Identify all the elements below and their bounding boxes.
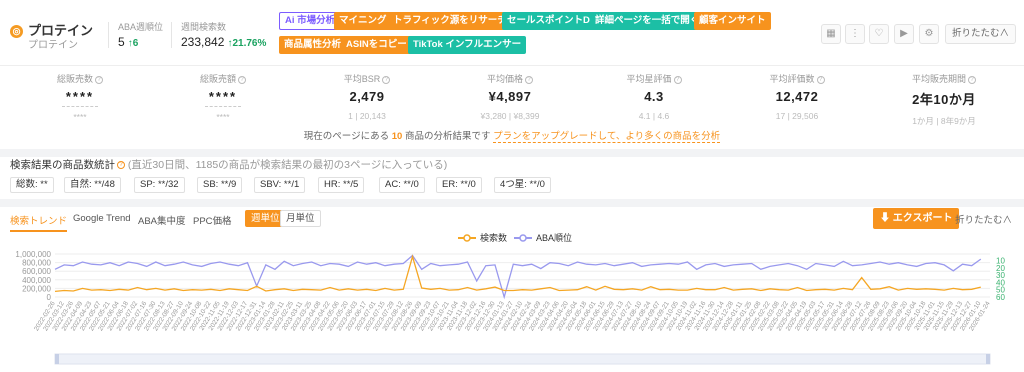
help-icon[interactable]: ? [816,75,825,84]
metric-avg-rating: 平均星評価? 4.3 4.1 | 4.6 [584,72,724,121]
metric-range: ¥3,280 | ¥8,399 [480,111,540,121]
range-slider-handle-right [986,354,990,364]
grid-icon[interactable]: ▦ [821,24,841,44]
export-button[interactable]: ⬇ エクスポート [873,208,960,229]
y-left-tick-label: 600,000 [22,267,51,276]
upgrade-notice: 現在のページにある 10 商品の分析結果です プランをアップグレードして、より多… [303,131,721,143]
chip-organic: 自然: **/48 [64,177,121,193]
help-icon[interactable]: ? [95,75,103,84]
metric-avg-bsr: 平均BSR? 2,479 1 | 20,143 [297,72,437,121]
metric-range: 4.1 | 4.6 [638,111,670,121]
metric-value: **** [65,89,95,104]
metric-total-revenue: 総販売額? **** **** [153,72,293,122]
product-count: 10 [391,131,403,142]
metric-range: 1 | 20,143 [348,111,386,121]
metric-range: **** [216,112,230,122]
series-line-rank [54,254,982,300]
metric-range: **** [73,112,87,122]
metric-value: ¥4,897 [488,89,532,104]
legend-marker-search [463,234,471,242]
chip-sbv: SBV: **/1 [254,177,306,193]
collapse-header-button[interactable]: 折りたたむ∧ [945,24,1017,44]
keyword-badge-icon: ◎ [10,25,23,38]
copy-asin-button[interactable]: ASINをコピー [341,36,412,54]
y-left-tick-label: 800,000 [22,259,51,268]
metric-value: 12,472 [775,89,819,104]
market-analysis-button[interactable]: Ai 市場分析 [279,12,342,30]
chip-hr: HR: **/5 [318,177,365,193]
tiktok-influencer-button[interactable]: TikTok インフルエンサー [408,36,527,54]
chip-sb: SB: **/9 [197,177,243,193]
tab-search-trend[interactable]: 検索トレンド [10,213,68,232]
metric-value: 2年10か月 [912,92,976,107]
tab-google-trend[interactable]: Google Trend [73,213,131,224]
more-icon[interactable]: ⋮ [845,24,865,44]
video-icon[interactable]: ▶ [894,24,914,44]
aba-rank: 5 ↑6 [118,35,138,49]
metric-avg-price: 平均価格? ¥4,897 ¥3,280 | ¥8,399 [440,72,580,121]
chip-4star: 4つ星: **/0 [494,177,551,193]
chip-total: 総数: ** [10,177,54,193]
help-icon[interactable]: ? [968,75,976,84]
period-monthly[interactable]: 月単位 [280,210,321,227]
help-icon[interactable]: ? [117,161,125,170]
upgrade-link[interactable]: プランをアップグレードして、より多くの商品を分析 [493,131,721,143]
settings-icon[interactable]: ⚙ [919,24,939,44]
y-left-tick-label: 1,000,000 [15,250,51,259]
chip-ac: AC: **/0 [379,177,425,193]
metric-avg-review-count: 平均評価数? 12,472 17 | 29,506 [727,72,867,121]
metric-value: **** [208,89,238,104]
help-icon[interactable]: ? [382,75,391,84]
selling-points-download-button[interactable]: セールスポイントDL [502,12,601,30]
metric-total-sales: 総販売数? **** **** [10,72,150,122]
divider [108,22,109,48]
open-details-bulk-button[interactable]: 詳細ページを一括で開く [590,12,705,30]
legend-marker-rank [519,234,527,242]
count-section-title: 検索結果の商品数統計? (直近30日間、1185の商品が検索結果の最初の3ページ… [10,159,448,171]
download-icon: ⬇ [880,213,890,224]
chip-sp: SP: **/32 [134,177,185,193]
section-separator [0,199,1024,207]
tab-ppc-price[interactable]: PPC価格 [193,213,232,227]
divider [171,22,172,48]
range-slider-track [54,353,991,365]
collapse-chart-button[interactable]: 折りたたむ∧ [955,212,1012,226]
mining-button[interactable]: マイニング [334,12,392,30]
ai-icon: Ai [285,15,295,26]
metric-value: 2,479 [349,89,385,104]
y-right-tick-label: 60 [996,293,1005,302]
metric-value: 4.3 [644,89,664,104]
help-icon[interactable]: ? [525,75,533,84]
weekly-search-delta: ↑21.76% [227,38,267,49]
help-icon[interactable]: ? [238,75,246,84]
traffic-research-button[interactable]: トラフィック源をリサーチ [388,12,512,30]
weekly-search-label: 週間検索数 [181,22,227,32]
section-separator [0,149,1024,157]
aba-rank-value: 5 [118,35,125,49]
legend-label-rank: ABA順位 [536,232,572,243]
customer-insight-button[interactable]: 顧客インサイト [694,12,771,30]
aba-rank-delta: ↑6 [127,38,139,49]
chip-er: ER: **/0 [436,177,482,193]
tab-aba-concentration[interactable]: ABA集中度 [138,213,186,227]
attribute-analysis-button[interactable]: 商品属性分析 [279,36,347,54]
trend-chart: 0200,000400,000600,000800,0001,000,00010… [15,232,1005,365]
aba-rank-label: ABA週順位 [118,22,164,32]
help-icon[interactable]: ? [673,75,682,84]
keyword-subtitle: プロテイン [28,40,78,51]
range-slider-handle-left [55,354,59,364]
heart-icon[interactable]: ♡ [869,24,889,44]
legend-label-search: 検索数 [480,232,507,243]
metric-range: 17 | 29,506 [775,111,819,121]
y-left-tick-label: 400,000 [22,276,51,285]
y-left-tick-label: 200,000 [22,284,51,293]
metric-avg-sales-period: 平均販売期間? 2年10か月 1か月 | 8年9か月 [874,72,1014,127]
weekly-search: 233,842 ↑21.76% [181,35,266,49]
weekly-search-value: 233,842 [181,35,225,49]
metric-range: 1か月 | 8年9か月 [912,116,976,126]
